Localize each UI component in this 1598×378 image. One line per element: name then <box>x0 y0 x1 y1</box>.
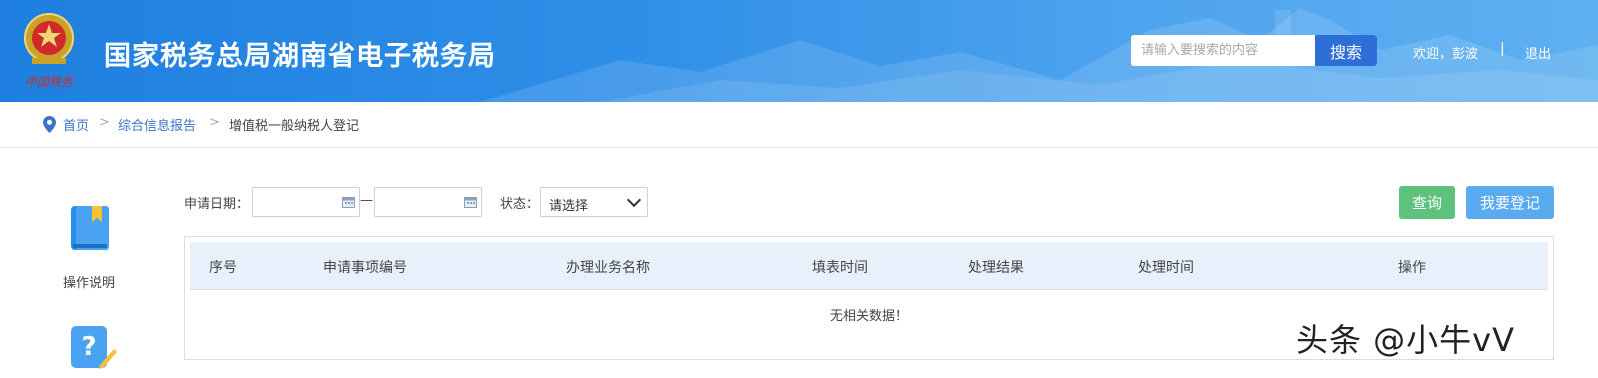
book-icon[interactable] <box>70 204 110 252</box>
svg-text:?: ? <box>81 332 96 362</box>
column-header-item-number: 申请事项编号 <box>323 260 407 276</box>
column-header-index: 序号 <box>209 260 237 276</box>
breadcrumb-current: 增值税一般纳税人登记 <box>229 119 360 134</box>
logout-link[interactable]: 退出 <box>1525 43 1551 62</box>
start-date-input[interactable] <box>252 187 360 217</box>
breadcrumb-home[interactable]: 首页 <box>63 115 89 134</box>
search-box: 搜索 <box>1131 35 1377 66</box>
column-header-result: 处理结果 <box>968 260 1024 276</box>
status-label: 状态： <box>500 197 540 212</box>
apply-date-label: 申请日期： <box>184 197 250 212</box>
breadcrumb-separator: > <box>209 115 220 130</box>
calendar-icon[interactable] <box>464 196 477 208</box>
status-select[interactable]: 请选择 <box>540 187 648 217</box>
tax-emblem-logo: 中国税务 <box>24 13 74 89</box>
sidebar-item-instructions[interactable]: 操作说明 <box>63 272 115 291</box>
column-header-business-name: 办理业务名称 <box>566 260 650 276</box>
site-header: 中国税务 国家税务总局湖南省电子税务局 搜索 欢迎，彭波 | 退出 <box>0 0 1598 102</box>
end-date-input[interactable] <box>374 187 482 217</box>
question-edit-icon[interactable]: ? <box>70 325 118 370</box>
breadcrumb-separator: > <box>99 115 110 130</box>
emblem-text: 中国税务 <box>25 75 74 89</box>
table-header: 序号 申请事项编号 办理业务名称 填表时间 处理结果 处理时间 操作 <box>190 242 1548 290</box>
column-header-fill-time: 填表时间 <box>812 260 868 276</box>
search-button[interactable]: 搜索 <box>1315 35 1377 66</box>
watermark-text: 头条 @小牛vV <box>1296 321 1516 359</box>
welcome-user: 欢迎，彭波 <box>1413 47 1479 62</box>
breadcrumb: 首页 > 综合信息报告 > 增值税一般纳税人登记 <box>0 102 1598 148</box>
query-button[interactable]: 查询 <box>1399 186 1455 219</box>
date-range-dash: — <box>360 193 373 208</box>
column-header-process-time: 处理时间 <box>1138 260 1194 276</box>
site-title: 国家税务总局湖南省电子税务局 <box>104 41 496 72</box>
breadcrumb-info-report[interactable]: 综合信息报告 <box>118 115 196 134</box>
status-selected-value: 请选择 <box>549 199 589 214</box>
chevron-down-icon <box>626 192 642 208</box>
search-input[interactable] <box>1131 35 1315 66</box>
location-pin-icon <box>43 116 56 133</box>
register-button[interactable]: 我要登记 <box>1466 186 1554 219</box>
column-header-actions: 操作 <box>1398 260 1426 276</box>
calendar-icon[interactable] <box>342 196 355 208</box>
header-separator: | <box>1500 41 1505 57</box>
